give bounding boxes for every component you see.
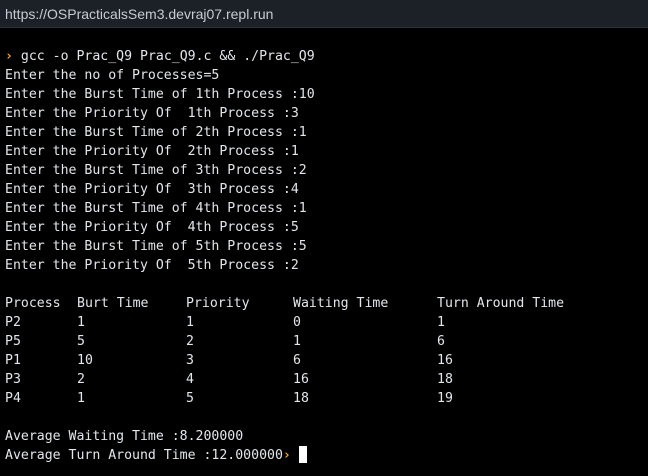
table-cell: 6 — [437, 334, 445, 349]
prompt-chevron-icon: › — [282, 448, 291, 463]
table-cell: 18 — [293, 391, 309, 406]
table-cell: 5 — [77, 334, 85, 349]
table-cell: P5 — [5, 334, 21, 349]
table-cell: 2 — [186, 334, 194, 349]
table-cell: 1 — [293, 334, 301, 349]
table-cell: 1 — [77, 315, 85, 330]
table-cell: 0 — [293, 315, 301, 330]
command-line: › gcc -o Prac_Q9 Prac_Q9.c && ./Prac_Q9 — [5, 47, 315, 66]
table-cell: 16 — [437, 353, 453, 368]
average-waiting-time: Average Waiting Time :8.200000 — [5, 429, 244, 444]
command-text: gcc -o Prac_Q9 Prac_Q9.c && ./Prac_Q9 — [20, 49, 315, 64]
column-header-waiting-time: Waiting Time — [293, 296, 389, 311]
table-cell: P4 — [5, 391, 21, 406]
output-line: Enter the Priority Of 3th Process :4 — [5, 182, 299, 197]
table-cell: P2 — [5, 315, 21, 330]
output-line: Enter the Priority Of 4th Process :5 — [5, 220, 299, 235]
text-cursor[interactable] — [298, 446, 307, 463]
table-cell: P1 — [5, 353, 21, 368]
table-cell: 5 — [186, 391, 194, 406]
output-line: Enter the Burst Time of 2th Process :1 — [5, 125, 307, 140]
output-line: Enter the no of Processes=5 — [5, 68, 220, 83]
column-header-burst-time: Burt Time — [77, 296, 149, 311]
terminal-console[interactable]: › gcc -o Prac_Q9 Prac_Q9.c && ./Prac_Q9 … — [0, 28, 648, 476]
browser-window: https://OSPracticalsSem3.devraj07.repl.r… — [0, 0, 648, 476]
average-turnaround-line[interactable]: Average Turn Around Time :12.000000› — [5, 446, 307, 465]
table-cell: 6 — [293, 353, 301, 368]
average-turnaround-time: Average Turn Around Time :12.000000 — [5, 448, 283, 463]
output-line: Enter the Burst Time of 4th Process :1 — [5, 201, 307, 216]
table-cell: 1 — [77, 391, 85, 406]
url-text[interactable]: https://OSPracticalsSem3.devraj07.repl.r… — [5, 6, 273, 22]
output-line: Enter the Priority Of 1th Process :3 — [5, 106, 299, 121]
output-line: Enter the Priority Of 2th Process :1 — [5, 144, 299, 159]
output-line: Enter the Priority Of 5th Process :2 — [5, 258, 299, 273]
column-header-priority: Priority — [186, 296, 250, 311]
prompt-chevron-icon: › — [5, 49, 13, 64]
table-cell: 4 — [186, 372, 194, 387]
table-cell: 16 — [293, 372, 309, 387]
output-line: Enter the Burst Time of 1th Process :10 — [5, 87, 315, 102]
table-cell: 10 — [77, 353, 93, 368]
table-cell: 2 — [77, 372, 85, 387]
table-cell: 3 — [186, 353, 194, 368]
table-cell: 1 — [186, 315, 194, 330]
table-cell: 18 — [437, 372, 453, 387]
output-line: Enter the Burst Time of 5th Process :5 — [5, 239, 307, 254]
output-line: Enter the Burst Time of 3th Process :2 — [5, 163, 307, 178]
column-header-turnaround-time: Turn Around Time — [437, 296, 565, 311]
column-header-process: Process — [5, 296, 61, 311]
table-cell: 1 — [437, 315, 445, 330]
table-cell: P3 — [5, 372, 21, 387]
address-bar[interactable]: https://OSPracticalsSem3.devraj07.repl.r… — [0, 0, 648, 28]
table-cell: 19 — [437, 391, 453, 406]
